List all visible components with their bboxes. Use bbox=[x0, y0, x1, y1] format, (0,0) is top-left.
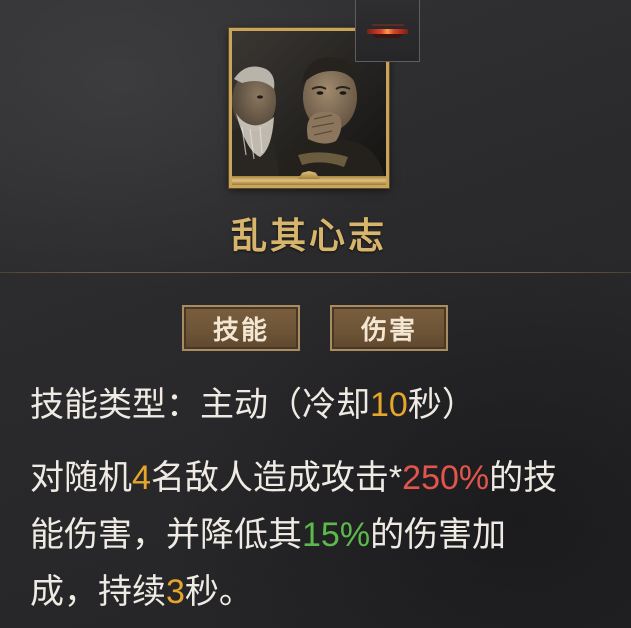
description-text: 的技 bbox=[489, 459, 558, 497]
skill-type-line: 技能类型：主动（冷却10秒） bbox=[30, 383, 476, 427]
description-line: 对随机4名敌人造成攻击*250%的技 bbox=[30, 450, 557, 507]
portrait-frame-trim bbox=[232, 176, 386, 185]
target-count-value: 4 bbox=[132, 459, 151, 497]
damage-percent-value: 250% bbox=[402, 459, 490, 497]
cooldown-value: 10 bbox=[370, 386, 408, 424]
skill-description: 对随机4名敌人造成攻击*250%的技 能伤害，并降低其15%的伤害加 成，持续3… bbox=[30, 450, 557, 621]
skill-badge bbox=[355, 0, 420, 62]
tag-damage: 伤害 bbox=[330, 305, 448, 351]
tag-skill: 技能 bbox=[182, 305, 300, 351]
description-text: 名敌人造成攻击* bbox=[150, 459, 403, 497]
description-text: 的伤害加 bbox=[370, 516, 507, 554]
description-text: 对随机 bbox=[30, 459, 132, 497]
skill-name: 乱其心志 bbox=[230, 215, 387, 257]
tag-label: 伤害 bbox=[360, 315, 417, 346]
description-text: 秒。 bbox=[184, 573, 253, 611]
debuff-percent-value: 15% bbox=[302, 516, 371, 554]
description-line: 能伤害，并降低其15%的伤害加 bbox=[30, 507, 557, 564]
duration-value: 3 bbox=[166, 573, 185, 611]
description-text: 成，持续 bbox=[30, 573, 166, 611]
description-text: 能伤害，并降低其 bbox=[30, 516, 302, 554]
divider bbox=[0, 272, 631, 273]
description-line: 成，持续3秒。 bbox=[30, 564, 557, 621]
skill-type-label: 技能类型：主动（冷却 bbox=[30, 386, 370, 424]
tag-label: 技能 bbox=[212, 315, 269, 346]
red-bar-emblem-icon bbox=[367, 24, 408, 38]
skill-type-suffix: 秒） bbox=[407, 386, 476, 424]
